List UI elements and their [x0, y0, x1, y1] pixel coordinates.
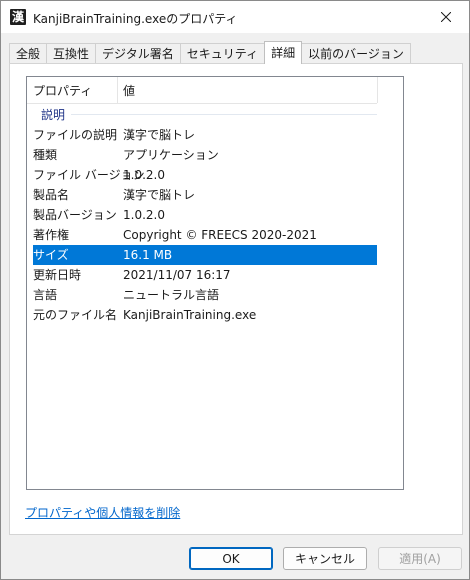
column-header-value[interactable]: 値: [117, 77, 378, 103]
list-item-selected[interactable]: サイズ 16.1 MB: [33, 245, 377, 265]
tab-details[interactable]: 詳細: [264, 41, 303, 64]
property-value: 16.1 MB: [123, 248, 173, 262]
kanji-app-icon: 漢: [10, 9, 26, 25]
list-item[interactable]: 種類 アプリケーション: [33, 145, 377, 165]
remove-properties-link[interactable]: プロパティや個人情報を削除: [25, 504, 180, 521]
tab-digital-signatures[interactable]: デジタル署名: [95, 43, 181, 64]
properties-window: 漢 KanjiBrainTraining.exeのプロパティ 全般 互換性 デジ…: [0, 0, 470, 580]
property-name: 言語: [33, 288, 58, 302]
group-label: 説明: [41, 108, 66, 122]
list-item[interactable]: 更新日時 2021/11/07 16:17: [33, 265, 377, 285]
list-header: プロパティ 値: [27, 77, 378, 104]
property-value: 1.0.2.0: [123, 208, 165, 222]
list-item[interactable]: 言語 ニュートラル言語: [33, 285, 377, 305]
list-item[interactable]: 元のファイル名 KanjiBrainTraining.exe: [33, 305, 377, 325]
property-name: ファイルの説明: [33, 128, 118, 142]
title-bar[interactable]: 漢 KanjiBrainTraining.exeのプロパティ: [1, 1, 469, 33]
close-button[interactable]: [423, 1, 469, 33]
property-list[interactable]: プロパティ 値 説明 ファイルの説明 漢字で脳トレ 種類 アプリケーション ファ…: [26, 76, 404, 490]
ok-button[interactable]: OK: [189, 547, 273, 570]
property-name: サイズ: [33, 248, 69, 262]
group-header-description[interactable]: 説明: [33, 105, 377, 123]
property-name: 種類: [33, 148, 58, 162]
tab-previous-versions[interactable]: 以前のバージョン: [301, 43, 411, 64]
property-name: 元のファイル名: [33, 308, 118, 322]
tab-security[interactable]: セキュリティ: [179, 43, 266, 64]
tab-strip: 全般 互換性 デジタル署名 セキュリティ 詳細 以前のバージョン: [9, 41, 411, 64]
group-divider: [71, 114, 377, 115]
list-item[interactable]: ファイルの説明 漢字で脳トレ: [33, 125, 377, 145]
property-value: 漢字で脳トレ: [123, 188, 196, 202]
close-icon: [441, 12, 451, 22]
property-value: KanjiBrainTraining.exe: [123, 308, 257, 322]
property-name: 製品バージョン: [33, 208, 117, 222]
list-item[interactable]: 著作権 Copyright © FREECS 2020-2021: [33, 225, 377, 245]
list-item[interactable]: 製品名 漢字で脳トレ: [33, 185, 377, 205]
window-title: KanjiBrainTraining.exeのプロパティ: [33, 12, 238, 26]
tab-general[interactable]: 全般: [9, 43, 48, 64]
property-value: Copyright © FREECS 2020-2021: [123, 228, 317, 242]
cancel-button[interactable]: キャンセル: [283, 547, 367, 570]
property-name: 更新日時: [33, 268, 82, 282]
property-value: 漢字で脳トレ: [123, 128, 196, 142]
list-item[interactable]: ファイル バージョン 1.0.2.0: [33, 165, 377, 185]
column-header-property[interactable]: プロパティ: [27, 77, 118, 103]
property-value: 1.0.2.0: [123, 168, 165, 182]
property-value: アプリケーション: [123, 148, 219, 162]
tab-compatibility[interactable]: 互換性: [46, 43, 97, 64]
property-name: 製品名: [33, 188, 70, 202]
property-value: 2021/11/07 16:17: [123, 268, 231, 282]
property-name: 著作権: [33, 228, 70, 242]
details-panel: プロパティ 値 説明 ファイルの説明 漢字で脳トレ 種類 アプリケーション ファ…: [9, 63, 463, 535]
list-item[interactable]: 製品バージョン 1.0.2.0: [33, 205, 377, 225]
apply-button[interactable]: 適用(A): [378, 547, 462, 570]
property-value: ニュートラル言語: [123, 288, 220, 302]
